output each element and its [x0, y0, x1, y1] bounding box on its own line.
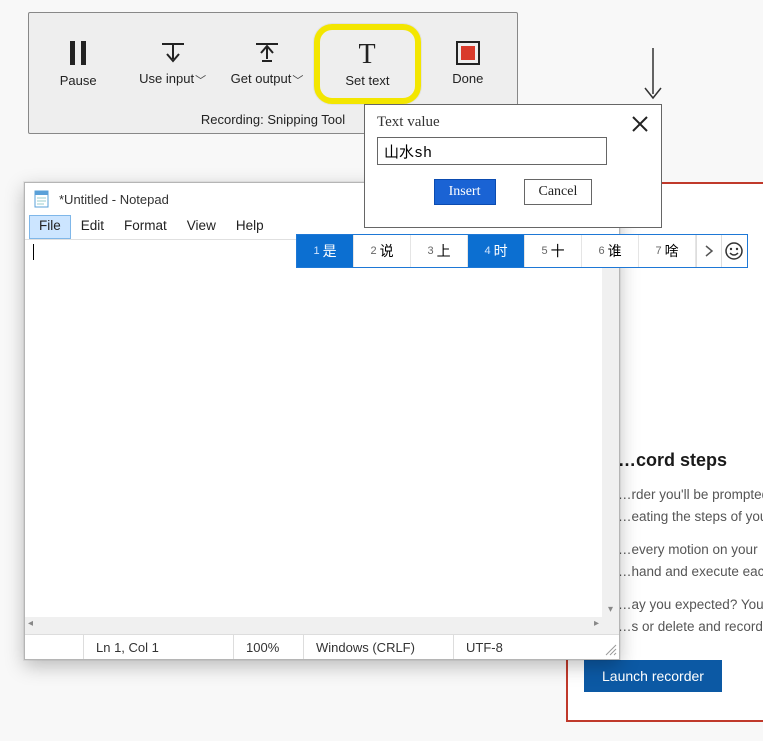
launch-recorder-button[interactable]: Launch recorder: [584, 660, 722, 692]
svg-text:T: T: [359, 39, 376, 67]
notepad-title: *Untitled - Notepad: [59, 192, 169, 207]
chevron-right-icon: [702, 244, 716, 258]
close-icon: [631, 115, 649, 133]
ime-candidate-number: 1: [313, 245, 319, 257]
ime-candidate-char: 时: [494, 241, 508, 261]
ime-candidate-number: 2: [370, 245, 376, 257]
toolbar-label: Pause: [60, 73, 97, 88]
panel-text: …every motion on your: [618, 540, 763, 560]
ime-candidate[interactable]: 3上: [411, 235, 468, 267]
done-button[interactable]: Done: [421, 24, 515, 104]
resize-grip-icon[interactable]: [599, 638, 617, 656]
panel-text: …eating the steps of you: [618, 507, 763, 527]
status-line-ending: Windows (CRLF): [303, 635, 453, 659]
ime-candidate-char: 谁: [608, 241, 622, 261]
notepad-text-area[interactable]: ▴ ▾ ◂ ▸: [25, 239, 619, 634]
ime-candidate-number: 5: [541, 245, 547, 257]
diagram-arrow-down-icon: [638, 48, 668, 108]
status-zoom: 100%: [233, 635, 303, 659]
toolbar-label: Get output: [231, 71, 292, 86]
ime-candidate[interactable]: 6谁: [582, 235, 639, 267]
text-icon: T: [352, 39, 382, 67]
status-position: Ln 1, Col 1: [83, 635, 233, 659]
set-text-button[interactable]: T Set text: [314, 24, 420, 104]
toolbar-label: Use input: [139, 71, 194, 86]
panel-text: …hand and execute each: [618, 562, 763, 582]
get-output-button[interactable]: Get output﹀: [220, 24, 314, 104]
toolbar-label: Done: [452, 71, 483, 86]
get-output-icon: [252, 41, 282, 65]
ime-candidate-char: 啥: [665, 241, 679, 261]
ime-candidate-bar: 1是2说3上4时5十6谁7啥: [296, 234, 748, 268]
menu-view[interactable]: View: [177, 215, 226, 239]
use-input-button[interactable]: Use input﹀: [125, 24, 219, 104]
toolbar-label: Set text: [345, 73, 389, 88]
ime-candidate[interactable]: 7啥: [639, 235, 696, 267]
insert-button[interactable]: Insert: [434, 179, 496, 205]
ime-candidate-char: 上: [437, 241, 451, 261]
menu-edit[interactable]: Edit: [71, 215, 114, 239]
pause-icon: [67, 39, 89, 67]
notepad-statusbar: Ln 1, Col 1 100% Windows (CRLF) UTF-8: [25, 634, 619, 659]
panel-text: …ay you expected? You c: [618, 595, 763, 615]
ime-candidate-char: 十: [551, 241, 565, 261]
menu-help[interactable]: Help: [226, 215, 274, 239]
menu-format[interactable]: Format: [114, 215, 177, 239]
panel-heading: …cord steps: [618, 450, 763, 471]
chevron-down-icon: ﹀: [195, 72, 206, 88]
ime-candidate[interactable]: 5十: [525, 235, 582, 267]
ime-candidate[interactable]: 2说: [354, 235, 411, 267]
panel-text: …rder you'll be prompted: [618, 485, 763, 505]
ime-candidate-number: 6: [598, 245, 604, 257]
notepad-app-icon: [33, 190, 51, 208]
scroll-down-icon[interactable]: ▾: [602, 604, 619, 615]
cancel-button[interactable]: Cancel: [524, 179, 593, 205]
chevron-down-icon: ﹀: [292, 72, 303, 88]
ime-emoji-button[interactable]: [722, 235, 747, 267]
pause-button[interactable]: Pause: [31, 24, 125, 104]
ime-candidate-number: 7: [655, 245, 661, 257]
stop-record-icon: [456, 41, 480, 65]
text-value-input[interactable]: [377, 137, 607, 165]
ime-candidate-char: 是: [323, 241, 337, 261]
ime-candidate[interactable]: 1是: [297, 235, 354, 267]
ime-more-button[interactable]: [696, 235, 722, 267]
ime-candidate[interactable]: 4时: [468, 235, 525, 267]
ime-candidate-number: 4: [484, 245, 490, 257]
menu-file[interactable]: File: [29, 215, 71, 239]
panel-text: …s or delete and record: [618, 617, 763, 637]
emoji-icon: [724, 241, 744, 261]
vertical-scrollbar[interactable]: ▴ ▾: [602, 240, 619, 617]
use-input-icon: [158, 41, 188, 65]
scroll-left-icon[interactable]: ◂: [28, 618, 33, 629]
horizontal-scrollbar[interactable]: ◂ ▸: [25, 617, 619, 634]
popup-title: Text value: [377, 114, 649, 131]
set-text-popup: Text value Insert Cancel: [364, 104, 662, 228]
close-button[interactable]: [631, 115, 649, 136]
ime-candidate-number: 3: [427, 245, 433, 257]
ime-candidate-char: 说: [380, 241, 394, 261]
status-encoding: UTF-8: [453, 635, 599, 659]
text-caret: [33, 244, 34, 260]
scroll-right-icon[interactable]: ▸: [594, 618, 599, 629]
